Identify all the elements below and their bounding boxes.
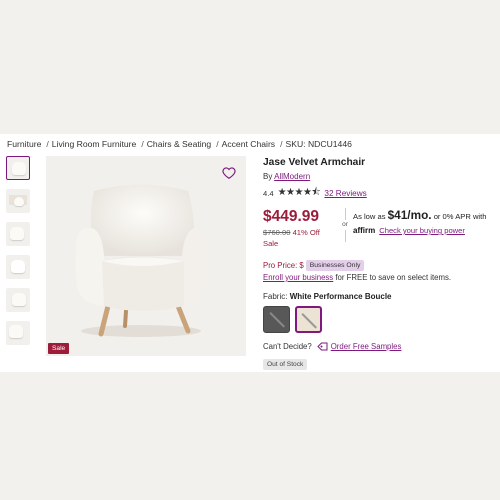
thumbnail-list (6, 156, 30, 354)
financing-offer: As low as $41/mo. or 0% APR with affirm … (353, 208, 499, 235)
unavailable-slash-icon (268, 312, 285, 328)
enroll-business-link[interactable]: Enroll your business (263, 273, 333, 282)
breadcrumb: Furniture / Living Room Furniture / Chairs &… (7, 139, 354, 149)
breadcrumb-separator: / (141, 139, 144, 149)
thumbnail[interactable] (6, 321, 30, 345)
divider-line (344, 208, 346, 220)
unavailable-slash-icon (300, 313, 317, 329)
cant-decide-label: Can't Decide? (263, 342, 312, 351)
fabric-selected-name: White Performance Boucle (289, 292, 392, 301)
sale-badge: Sale (48, 343, 70, 354)
by-label: By (263, 172, 273, 181)
monthly-amount: $41/mo. (387, 208, 432, 222)
breadcrumb-separator: / (46, 139, 49, 149)
thumbnail[interactable] (6, 156, 30, 180)
fabric-label: Fabric: (263, 292, 288, 301)
brand-line: By AllModern (263, 172, 499, 181)
thumbnail[interactable] (6, 189, 30, 213)
affirm-line: affirm Check your buying power (353, 226, 499, 235)
as-low-as-label: As low as (353, 212, 386, 221)
price-section: $449.99 $760.00 41% Off Sale or As low a… (263, 208, 499, 250)
product-title: Jase Velvet Armchair (263, 157, 366, 168)
businesses-only-badge: Businesses Only (305, 260, 365, 271)
reviews-link[interactable]: 32 Reviews (324, 189, 366, 198)
fabric-swatch-white-boucle[interactable] (295, 306, 322, 333)
breadcrumb-item[interactable]: Chairs & Seating (147, 139, 212, 149)
chair-thumbnail-image (10, 227, 24, 240)
divider-line (344, 230, 346, 242)
heart-icon[interactable] (222, 166, 236, 180)
affirm-logo: affirm (353, 226, 376, 235)
original-price: $760.00 (263, 228, 291, 237)
or-label: or (342, 221, 348, 228)
star-rating-icon: ★★★★⯪ (277, 187, 321, 198)
enroll-description: for FREE to save on select items. (333, 273, 452, 282)
chair-thumbnail-image (12, 162, 26, 175)
or-divider: or (340, 208, 350, 248)
breadcrumb-item[interactable]: Accent Chairs (222, 139, 276, 149)
armchair-illustration (75, 184, 208, 337)
product-info: Jase Velvet Armchair By AllModern 4.4 ★★… (263, 157, 499, 371)
apr-label: or 0% APR with (433, 212, 487, 221)
chair-thumbnail-image (11, 260, 25, 273)
thumbnail[interactable] (6, 288, 30, 312)
thumbnail[interactable] (6, 222, 30, 246)
discount-percent: 41% Off (292, 228, 320, 237)
enroll-line: Enroll your business for FREE to save on… (263, 273, 499, 282)
sku-label: SKU: NDCU1446 (285, 139, 352, 149)
samples-row: Can't Decide? Order Free Samples (263, 342, 499, 351)
monthly-payment-line: As low as $41/mo. or 0% APR with (353, 208, 499, 222)
main-product-image[interactable]: Sale (46, 156, 246, 356)
rating-value: 4.4 (263, 189, 274, 198)
chair-thumbnail-image (14, 197, 24, 206)
breadcrumb-separator: / (280, 139, 283, 149)
pro-price-row: Pro Price: $ Businesses Only (263, 260, 499, 271)
fabric-swatch-gray[interactable] (263, 306, 290, 333)
pro-price-label: Pro Price: $ (263, 261, 304, 270)
sale-label: Sale (263, 239, 279, 248)
breadcrumb-separator: / (216, 139, 219, 149)
check-buying-power-link[interactable]: Check your buying power (379, 226, 465, 235)
fabric-label-row: Fabric: White Performance Boucle (263, 292, 499, 301)
rating-row: 4.4 ★★★★⯪ 32 Reviews (263, 185, 499, 202)
tag-icon (317, 342, 328, 351)
breadcrumb-item[interactable]: Furniture (7, 139, 41, 149)
product-page: Furniture / Living Room Furniture / Chairs &… (0, 134, 500, 372)
fabric-swatches (263, 306, 499, 333)
order-samples-link[interactable]: Order Free Samples (331, 342, 402, 351)
breadcrumb-item[interactable]: Living Room Furniture (52, 139, 137, 149)
brand-link[interactable]: AllModern (274, 172, 310, 181)
chair-thumbnail-image (12, 293, 26, 306)
thumbnail[interactable] (6, 255, 30, 279)
chair-thumbnail-image (9, 325, 23, 338)
out-of-stock-badge: Out of Stock (263, 359, 308, 370)
